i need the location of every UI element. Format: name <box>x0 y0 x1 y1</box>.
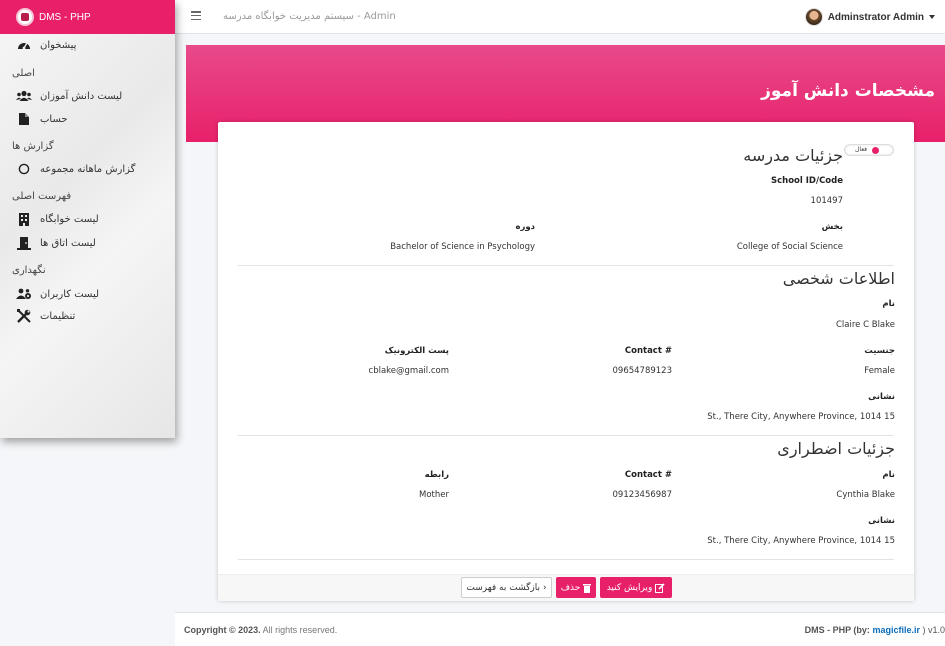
file-icon <box>16 112 32 126</box>
sidebar-item-label: گزارش ماهانه مجموعه <box>40 163 136 175</box>
sidebar-header-main: اصلی <box>12 68 35 79</box>
contact-value: 09654789123 <box>612 366 673 376</box>
chevron-right-icon: › <box>542 582 547 593</box>
edit-icon <box>655 582 665 593</box>
menu-toggle-icon[interactable] <box>191 11 201 21</box>
copyright-text: Copyright © 2023. <box>184 625 261 635</box>
edit-button[interactable]: ویرایش کنید <box>600 577 672 598</box>
circle-icon <box>16 162 32 176</box>
relation-label: رابطه <box>424 470 449 480</box>
copyright: Copyright © 2023. All rights reserved. <box>184 625 337 635</box>
sidebar-item-students[interactable]: لیست دانش آموزان <box>16 89 122 103</box>
email-label: پست الکترونیک <box>384 346 449 356</box>
relation-value: Mother <box>419 490 449 500</box>
name-label: نام <box>882 299 895 309</box>
app-title: سیستم مدیریت خوابگاه مدرسه - Admin <box>223 11 396 22</box>
sidebar-item-label: پیشخوان <box>40 39 77 51</box>
sidebar-header-maintenance: نگهداری <box>12 265 46 276</box>
sidebar-item-account[interactable]: حساب <box>16 112 68 126</box>
course-label: دوره <box>515 222 535 232</box>
magicfile-link[interactable]: magicfile.ir <box>872 625 920 635</box>
building-icon <box>16 212 32 226</box>
department-value: College of Social Science <box>736 242 843 252</box>
delete-button-label: حذف <box>560 582 581 593</box>
back-to-list-button[interactable]: بازگشت به فهرست › <box>461 577 552 598</box>
brand-name: DMS - PHP <box>39 11 91 23</box>
toggle-knob <box>872 147 879 154</box>
sidebar-item-label: حساب <box>40 113 68 125</box>
emergency-name-value: Cynthia Blake <box>836 490 895 500</box>
department-label: بخش <box>821 222 843 232</box>
sidebar-item-label: لیست اتاق ها <box>40 237 96 249</box>
tools-icon <box>16 309 32 323</box>
divider <box>238 435 894 436</box>
back-button-label: بازگشت به فهرست <box>466 582 540 593</box>
dashboard-icon <box>16 38 32 52</box>
sidebar-header-reports: گزارش ها <box>12 141 54 152</box>
school-id-label: School ID/Code <box>770 176 843 186</box>
status-toggle-label: فعال <box>855 146 867 153</box>
contact-label: Contact # <box>624 346 672 356</box>
sidebar-item-dashboard[interactable]: پیشخوان <box>16 38 76 52</box>
brand-logo-icon <box>16 8 34 26</box>
course-value: Bachelor of Science in Psychology <box>390 242 535 252</box>
sidebar: DMS - PHP پیشخوان اصلی لیست دانش آموزان … <box>0 0 175 438</box>
emergency-address-value: St., There City, Anywhere Province, 1014… <box>707 536 895 546</box>
sidebar-item-label: تنظیمات <box>40 310 76 322</box>
divider <box>238 559 894 560</box>
sidebar-item-label: لیست دانش آموزان <box>40 90 123 102</box>
version-info: DMS - PHP (by: magicfile.ir ) v1.0 <box>805 625 945 635</box>
divider <box>238 265 894 266</box>
door-icon <box>16 236 32 250</box>
users-icon <box>16 89 32 103</box>
name-value: Claire C Blake <box>836 320 895 330</box>
sidebar-item-label: لیست خوابگاه <box>40 213 99 225</box>
avatar <box>804 8 823 26</box>
trash-icon <box>583 583 592 593</box>
sidebar-item-monthly-report[interactable]: گزارش ماهانه مجموعه <box>16 162 135 176</box>
emergency-name-label: نام <box>882 470 895 480</box>
school-id-value: 101497 <box>810 196 843 206</box>
address-label: نشانی <box>868 392 895 402</box>
users-cog-icon <box>16 287 32 301</box>
brand[interactable]: DMS - PHP <box>0 0 175 34</box>
emergency-contact-label: Contact # <box>624 470 672 480</box>
emergency-details-title: جزئیات اضطراری <box>777 439 895 458</box>
delete-button[interactable]: حذف <box>556 577 596 598</box>
email-value: cblake@gmail.com <box>368 366 449 376</box>
sidebar-item-label: لیست کاربران <box>40 288 100 300</box>
status-toggle[interactable]: فعال <box>844 144 894 156</box>
address-value: St., There City, Anywhere Province, 1014… <box>707 412 895 422</box>
version-suffix: ) v1.0 <box>922 625 945 635</box>
sidebar-header-main-list: فهرست اصلی <box>12 191 72 202</box>
user-menu[interactable]: Adminstrator Admin <box>804 8 935 26</box>
page-title: مشخصات دانش آموز <box>761 81 935 101</box>
sidebar-item-settings[interactable]: تنظیمات <box>16 309 75 323</box>
user-name: Adminstrator Admin <box>827 11 924 23</box>
emergency-address-label: نشانی <box>868 516 895 526</box>
page-footer: Copyright © 2023. All rights reserved. D… <box>175 612 945 646</box>
rights-text: All rights reserved. <box>262 625 338 635</box>
student-details-card: فعال جزئیات مدرسه School ID/Code 101497 … <box>218 122 914 601</box>
sidebar-item-dorms[interactable]: لیست خوابگاه <box>16 212 99 226</box>
version-prefix: DMS - PHP (by: <box>804 625 870 635</box>
sidebar-item-users[interactable]: لیست کاربران <box>16 287 99 301</box>
school-details-title: جزئیات مدرسه <box>743 146 843 165</box>
gender-label: جنسیت <box>864 346 895 356</box>
gender-value: Female <box>864 366 895 376</box>
chevron-down-icon <box>929 15 935 19</box>
sidebar-item-rooms[interactable]: لیست اتاق ها <box>16 236 96 250</box>
personal-info-title: اطلاعات شخصی <box>782 269 895 288</box>
edit-button-label: ویرایش کنید <box>606 582 653 593</box>
top-navbar: سیستم مدیریت خوابگاه مدرسه - Admin Admin… <box>175 0 945 34</box>
emergency-contact-value: 09123456987 <box>612 490 673 500</box>
